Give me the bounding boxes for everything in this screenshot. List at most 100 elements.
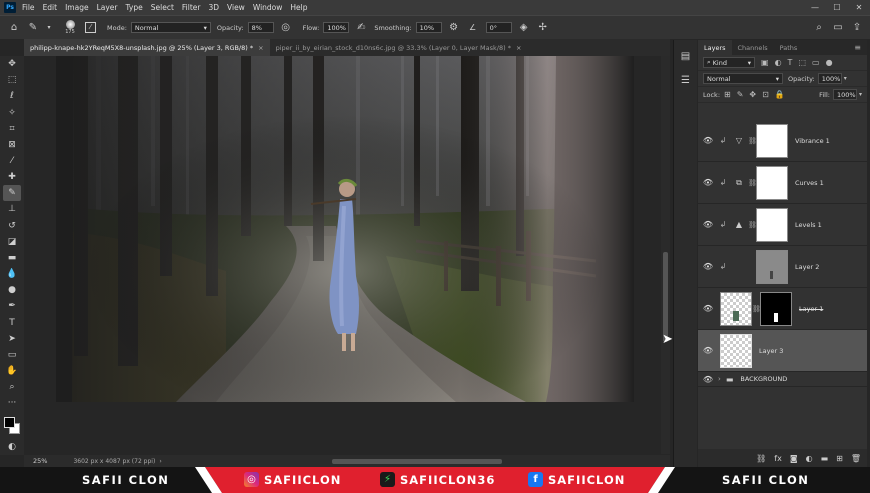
clone-stamp-tool-icon[interactable]: ⊥ [3, 201, 21, 217]
flow-field[interactable]: 100% [323, 22, 350, 33]
quick-select-tool-icon[interactable]: ✧ [3, 104, 21, 120]
menu-image[interactable]: Image [65, 3, 89, 12]
smoothing-field[interactable]: 10% [415, 22, 442, 33]
pressure-size-icon[interactable]: ◈ [518, 22, 530, 33]
zoom-tool-icon[interactable]: ⌕ [3, 379, 21, 395]
opacity-field[interactable]: 8% [247, 22, 274, 33]
group-name[interactable]: BACKGROUND [740, 375, 787, 383]
foreground-color-swatch[interactable] [4, 417, 15, 429]
filter-toggle-icon[interactable]: ● [826, 58, 833, 67]
color-swatches[interactable] [2, 415, 22, 437]
menu-edit[interactable]: Edit [43, 3, 58, 12]
airbrush-icon[interactable]: ✍ [355, 22, 367, 33]
eye-icon[interactable]: 👁 [700, 178, 716, 187]
dodge-tool-icon[interactable]: ● [3, 282, 21, 298]
symmetry-icon[interactable]: ✢ [537, 22, 549, 33]
gear-icon[interactable]: ⚙ [448, 22, 460, 33]
eyedropper-tool-icon[interactable]: ⁄ [3, 153, 21, 169]
blend-mode-select[interactable]: Normal ▾ [703, 73, 783, 84]
crop-tool-icon[interactable]: ⌗ [3, 121, 21, 137]
menu-3d[interactable]: 3D [208, 3, 219, 12]
eye-icon[interactable]: 👁 [700, 375, 716, 384]
layer-name[interactable]: Curves 1 [795, 179, 824, 187]
layer-mask-thumbnail[interactable] [756, 123, 788, 158]
maximize-button[interactable]: ☐ [826, 0, 848, 15]
canvas-area[interactable] [24, 56, 660, 454]
lock-artboard-icon[interactable]: ⊡ [762, 90, 769, 99]
angle-field[interactable]: 0° [485, 22, 512, 33]
close-icon[interactable]: × [516, 44, 521, 52]
history-brush-tool-icon[interactable]: ↺ [3, 218, 21, 234]
layer-mask-thumbnail[interactable] [756, 165, 788, 200]
layer-row-curves[interactable]: 👁 ↲ ⧉ ⛓ Curves 1 [698, 162, 867, 204]
close-icon[interactable]: × [258, 44, 263, 52]
chevron-down-icon[interactable]: ▾ [46, 24, 52, 31]
menu-view[interactable]: View [227, 3, 245, 12]
eye-icon[interactable]: 👁 [700, 346, 716, 355]
layer-name[interactable]: Levels 1 [795, 221, 822, 229]
healing-brush-tool-icon[interactable]: ✚ [3, 169, 21, 185]
type-tool-icon[interactable]: T [3, 315, 21, 331]
search-icon[interactable]: ⌕ [813, 22, 825, 33]
layer-name[interactable]: Layer 1 [799, 305, 823, 313]
layer-opacity-field[interactable]: 100% [817, 73, 842, 84]
move-tool-icon[interactable]: ✥ [3, 56, 21, 72]
more-tools-icon[interactable]: ··· [3, 395, 21, 411]
gradient-tool-icon[interactable]: ▬ [3, 250, 21, 266]
share-icon[interactable]: ⇪ [851, 22, 863, 33]
type-filter-icon[interactable]: T [788, 58, 793, 67]
fx-icon[interactable]: fx [774, 454, 782, 463]
minimize-button[interactable]: — [804, 0, 826, 15]
menu-window[interactable]: Window [253, 3, 283, 12]
menu-type[interactable]: Type [126, 3, 143, 12]
workspace-icon[interactable]: ▭ [832, 22, 844, 33]
layer-thumbnail[interactable] [720, 291, 752, 326]
new-adjustment-icon[interactable]: ◐ [806, 454, 813, 463]
tab-active-document[interactable]: philipp-knape-hk2YReqM5X8-unsplash.jpg @… [24, 39, 270, 56]
eye-icon[interactable]: 👁 [700, 304, 716, 313]
menu-filter[interactable]: Filter [182, 3, 201, 12]
shape-filter-icon[interactable]: ⬚ [798, 58, 806, 67]
lasso-tool-icon[interactable]: ℓ [3, 88, 21, 104]
brush-preset-picker[interactable]: 175 [59, 17, 81, 39]
adjustments-icon[interactable]: ☰ [678, 72, 694, 88]
zoom-level[interactable]: 25% [33, 457, 47, 465]
layer-mask-thumbnail[interactable] [760, 291, 792, 326]
menu-select[interactable]: Select [151, 3, 174, 12]
eye-icon[interactable]: 👁 [700, 220, 716, 229]
rectangle-tool-icon[interactable]: ▭ [3, 347, 21, 363]
layer-row-layer-3[interactable]: 👁 Layer 3 [698, 330, 867, 372]
smart-object-filter-icon[interactable]: ▭ [812, 58, 820, 67]
trash-icon[interactable]: 🗑 [851, 454, 861, 463]
marquee-tool-icon[interactable]: ⬚ [3, 72, 21, 88]
adjustment-filter-icon[interactable]: ◐ [775, 58, 782, 67]
layer-name[interactable]: Layer 2 [795, 263, 819, 271]
layer-thumbnail[interactable] [720, 333, 752, 368]
eraser-tool-icon[interactable]: ◪ [3, 234, 21, 250]
opacity-pressure-icon[interactable]: ◎ [280, 22, 292, 33]
close-window-button[interactable]: ✕ [848, 0, 870, 15]
brush-tool-icon[interactable]: ✎ [27, 22, 39, 33]
chevron-down-icon[interactable]: ▾ [844, 75, 847, 82]
chevron-right-icon[interactable]: › [159, 458, 161, 465]
menu-layer[interactable]: Layer [97, 3, 118, 12]
blur-tool-icon[interactable]: 💧 [3, 266, 21, 282]
home-icon[interactable]: ⌂ [8, 22, 20, 33]
quick-mask-icon[interactable]: ◐ [3, 439, 21, 455]
new-group-icon[interactable]: ▬ [821, 454, 829, 463]
layer-thumbnail[interactable] [756, 249, 788, 284]
layer-mask-thumbnail[interactable] [756, 207, 788, 242]
pixel-filter-icon[interactable]: ▣ [761, 58, 769, 67]
layer-name[interactable]: Layer 3 [759, 347, 783, 355]
hand-tool-icon[interactable]: ✋ [3, 363, 21, 379]
lock-all-icon[interactable]: 🔒 [775, 90, 785, 99]
brush-tool-icon[interactable]: ✎ [3, 185, 21, 202]
eye-icon[interactable]: 👁 [700, 262, 716, 271]
fill-field[interactable]: 100% [832, 89, 857, 100]
tab-channels[interactable]: Channels [732, 40, 774, 55]
layer-group-background[interactable]: 👁 › ▬ BACKGROUND [698, 372, 867, 387]
chevron-right-icon[interactable]: › [718, 375, 721, 383]
frame-tool-icon[interactable]: ⊠ [3, 137, 21, 153]
libraries-icon[interactable]: ▤ [678, 48, 694, 64]
layer-row-levels[interactable]: 👁 ↲ ▲ ⛓ Levels 1 [698, 204, 867, 246]
